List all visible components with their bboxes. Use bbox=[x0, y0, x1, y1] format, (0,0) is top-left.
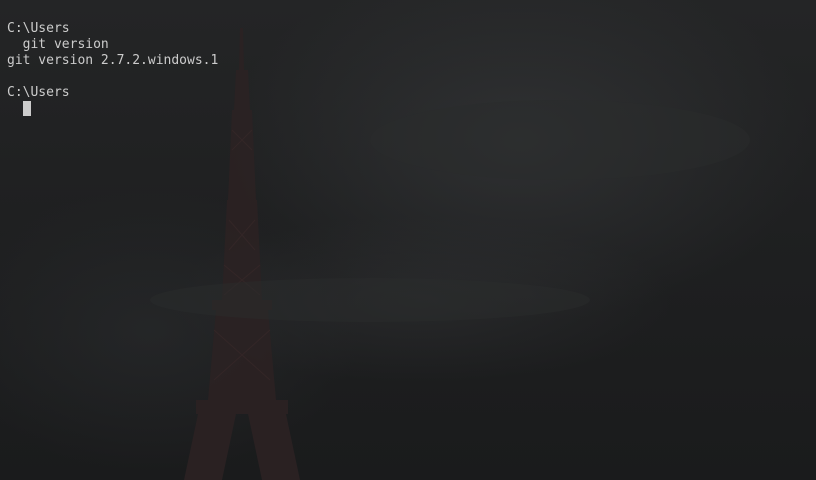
terminal-window[interactable]: C:\Users git version git version 2.7.2.wi… bbox=[0, 0, 816, 480]
text-cursor[interactable] bbox=[23, 101, 31, 116]
prompt-line: C:\Users bbox=[7, 85, 70, 100]
console-output: C:\Users git version git version 2.7.2.wi… bbox=[7, 21, 218, 101]
output-line: git version 2.7.2.windows.1 bbox=[7, 53, 219, 68]
command-line: git version bbox=[7, 37, 109, 52]
prompt-line: C:\Users bbox=[7, 21, 70, 36]
